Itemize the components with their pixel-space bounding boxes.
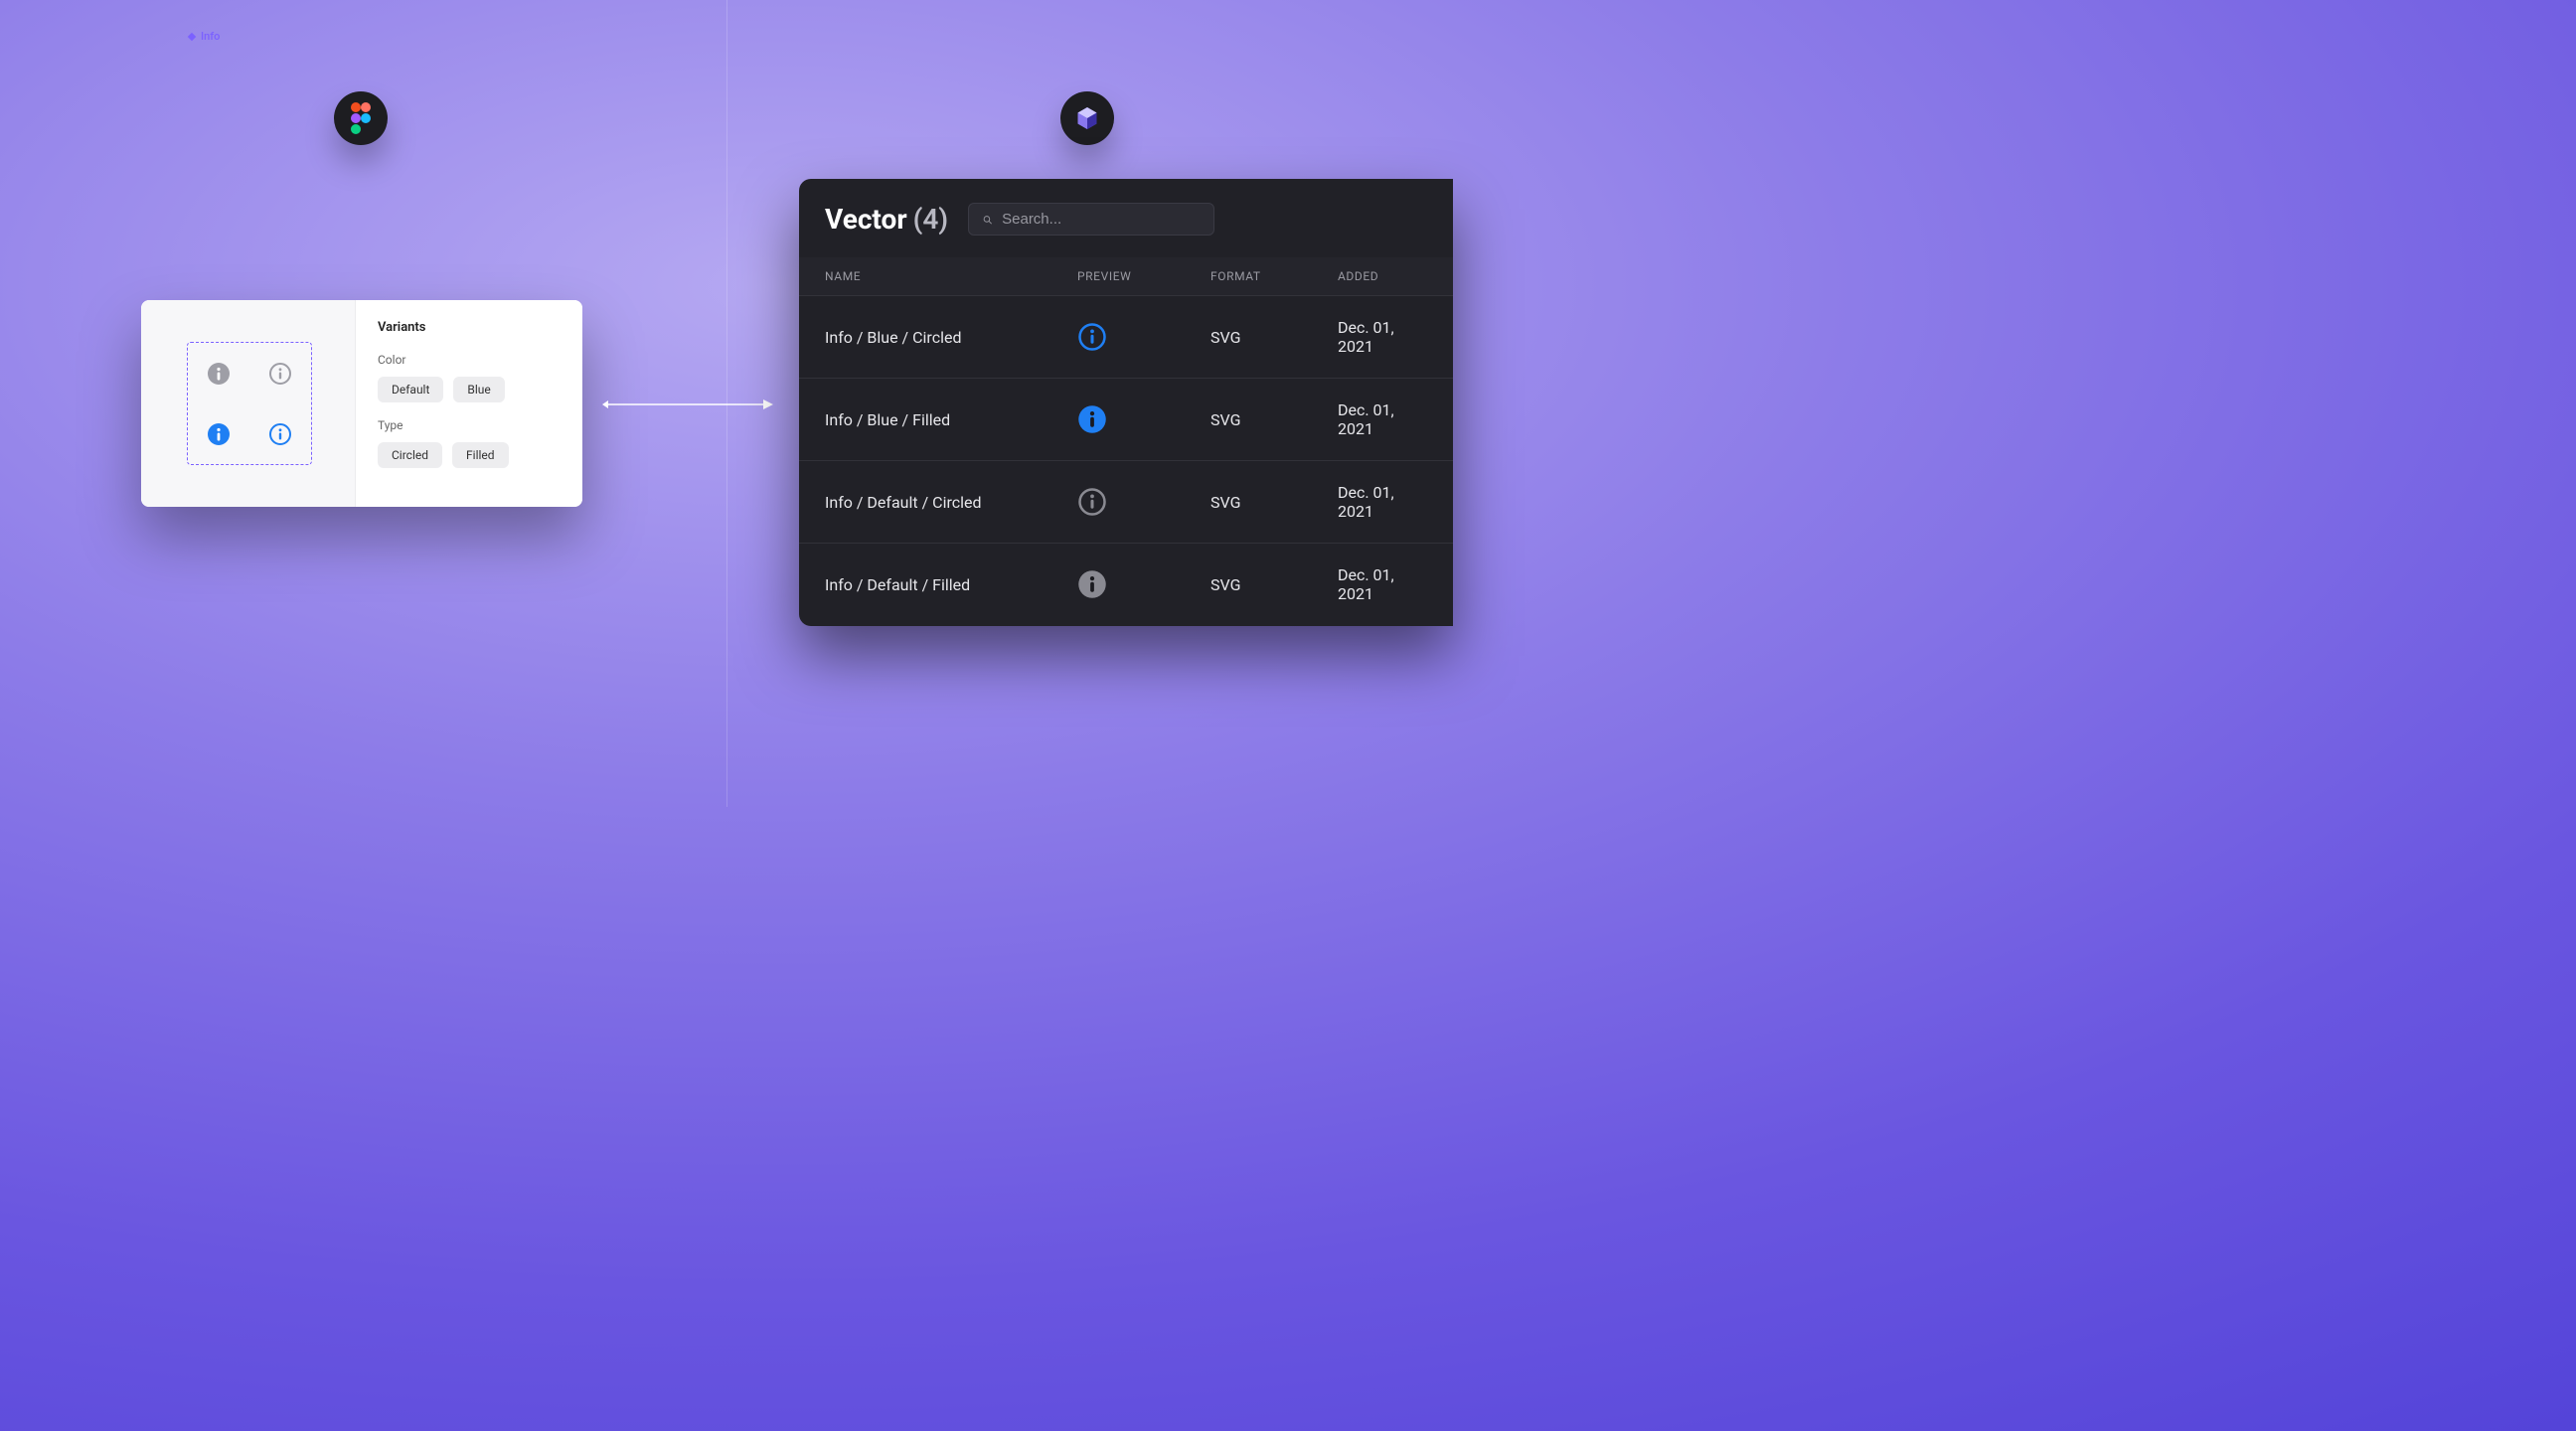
asset-format: SVG bbox=[1210, 493, 1338, 512]
hex-cube-icon bbox=[1072, 103, 1102, 133]
search-box[interactable] bbox=[968, 203, 1214, 236]
variant-group-type-label: Type bbox=[378, 418, 561, 432]
figma-icon bbox=[350, 102, 372, 134]
variant-option-default[interactable]: Default bbox=[378, 377, 443, 402]
table-row[interactable]: Info / Blue / Circled SVG Dec. 01, 2021 bbox=[799, 295, 1453, 378]
table-column-header: NAME PREVIEW FORMAT ADDED bbox=[799, 257, 1453, 295]
variant-option-blue[interactable]: Blue bbox=[453, 377, 504, 402]
component-label[interactable]: Info bbox=[187, 30, 220, 43]
info-default-circled-icon[interactable] bbox=[268, 362, 292, 386]
info-default-circled-icon bbox=[1077, 487, 1107, 517]
col-name[interactable]: NAME bbox=[825, 269, 1077, 283]
asset-table-panel: Vector (4) NAME PREVIEW FORMAT ADDED Inf… bbox=[799, 179, 1453, 626]
asset-added: Dec. 01, 2021 bbox=[1338, 400, 1427, 438]
search-icon bbox=[983, 212, 992, 228]
variant-group-color-label: Color bbox=[378, 353, 561, 367]
table-row[interactable]: Info / Blue / Filled SVG Dec. 01, 2021 bbox=[799, 378, 1453, 460]
variant-group-color-options: Default Blue bbox=[378, 377, 561, 402]
asset-preview bbox=[1077, 404, 1210, 434]
component-name: Info bbox=[201, 30, 220, 43]
asset-preview bbox=[1077, 322, 1210, 352]
search-input[interactable] bbox=[1002, 211, 1200, 228]
asset-preview bbox=[1077, 569, 1210, 599]
table-row[interactable]: Info / Default / Circled SVG Dec. 01, 20… bbox=[799, 460, 1453, 543]
figma-variants-sidebar: Variants Color Default Blue Type Circled… bbox=[356, 300, 582, 507]
asset-format: SVG bbox=[1210, 575, 1338, 594]
variant-group-type-options: Circled Filled bbox=[378, 442, 561, 468]
asset-count: (4) bbox=[913, 203, 949, 236]
asset-preview bbox=[1077, 487, 1210, 517]
asset-title-text: Vector bbox=[825, 203, 907, 236]
variant-dashed-frame[interactable] bbox=[187, 342, 312, 465]
table-row[interactable]: Info / Default / Filled SVG Dec. 01, 202… bbox=[799, 543, 1453, 625]
asset-format: SVG bbox=[1210, 328, 1338, 347]
col-preview[interactable]: PREVIEW bbox=[1077, 269, 1210, 283]
connector-arrow bbox=[602, 398, 773, 411]
variants-title: Variants bbox=[378, 320, 561, 335]
destination-app-badge bbox=[1060, 91, 1114, 145]
info-blue-filled-icon bbox=[1077, 404, 1107, 434]
info-blue-circled-icon[interactable] bbox=[268, 422, 292, 446]
variant-option-filled[interactable]: Filled bbox=[452, 442, 509, 468]
asset-panel-header: Vector (4) bbox=[799, 179, 1453, 257]
info-blue-circled-icon bbox=[1077, 322, 1107, 352]
asset-name: Info / Default / Circled bbox=[825, 493, 1077, 512]
asset-added: Dec. 01, 2021 bbox=[1338, 318, 1427, 356]
asset-name: Info / Blue / Circled bbox=[825, 328, 1077, 347]
asset-name: Info / Default / Filled bbox=[825, 575, 1077, 594]
asset-format: SVG bbox=[1210, 410, 1338, 429]
info-blue-filled-icon[interactable] bbox=[207, 422, 231, 446]
component-diamond-icon bbox=[187, 32, 197, 42]
info-default-filled-icon[interactable] bbox=[207, 362, 231, 386]
asset-added: Dec. 01, 2021 bbox=[1338, 565, 1427, 603]
col-format[interactable]: FORMAT bbox=[1210, 269, 1338, 283]
asset-panel-title: Vector (4) bbox=[825, 203, 948, 236]
variant-option-circled[interactable]: Circled bbox=[378, 442, 442, 468]
asset-name: Info / Blue / Filled bbox=[825, 410, 1077, 429]
asset-added: Dec. 01, 2021 bbox=[1338, 483, 1427, 521]
col-added[interactable]: ADDED bbox=[1338, 269, 1427, 283]
figma-app-badge bbox=[334, 91, 388, 145]
info-default-filled-icon bbox=[1077, 569, 1107, 599]
